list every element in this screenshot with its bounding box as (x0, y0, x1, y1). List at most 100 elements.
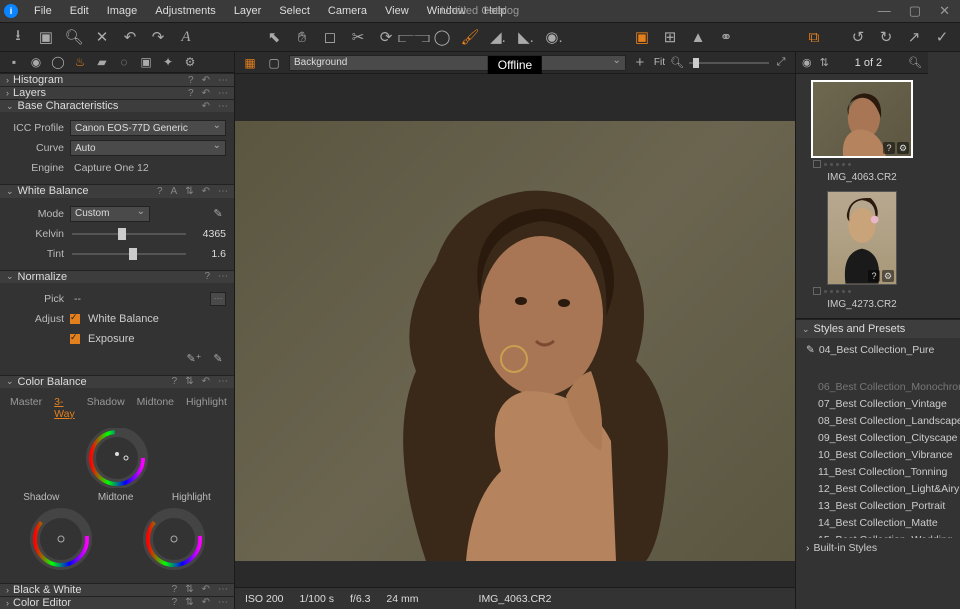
auto-icon[interactable]: A (171, 186, 178, 197)
loupe-icon[interactable]: 🔍︎ (62, 25, 86, 49)
style-item[interactable]: 08_Best Collection_Landscape (806, 412, 960, 429)
export-icon[interactable]: ↗ (902, 25, 926, 49)
radial-icon[interactable]: ◉. (542, 25, 566, 49)
window-minimize-icon[interactable]: — (872, 3, 897, 19)
style-item[interactable]: 10_Best Collection_Vibrance (806, 446, 960, 463)
tint-slider[interactable] (72, 253, 186, 255)
redo-icon[interactable]: ↷ (146, 25, 170, 49)
gradient-icon[interactable]: ◣. (514, 25, 538, 49)
color-tag[interactable] (813, 160, 821, 168)
menu-icon[interactable]: ⋯ (218, 271, 228, 282)
reset-icon[interactable]: ↶ (202, 88, 210, 99)
cb-tab-master[interactable]: Master (10, 396, 42, 420)
image-canvas[interactable] (235, 121, 795, 561)
tab-lens-icon[interactable]: ◯ (48, 52, 68, 72)
eyedropper-icon[interactable]: ✎ (210, 207, 226, 220)
warning-icon[interactable]: ▲ (686, 25, 710, 49)
menu-adjustments[interactable]: Adjustments (147, 3, 224, 19)
menu-icon[interactable]: ⋯ (218, 584, 228, 595)
sort-icon[interactable]: ⇅ (820, 56, 829, 69)
menu-icon[interactable]: ⋯ (218, 88, 228, 99)
import-icon[interactable]: ⭳ (6, 25, 30, 49)
style-item[interactable]: 07_Best Collection_Vintage (806, 395, 960, 412)
style-item[interactable]: 12_Best Collection_Light&Airy (806, 480, 960, 497)
cb-tab-shadow[interactable]: Shadow (87, 396, 125, 420)
section-color-editor[interactable]: › Color Editor ? ⇅ ↶ ⋯ (0, 596, 234, 609)
highlight-wheel[interactable] (141, 507, 207, 571)
focus-icon[interactable]: ⚭ (714, 25, 738, 49)
tint-value[interactable]: 1.6 (192, 248, 226, 260)
reset-icon[interactable]: ↶ (202, 376, 210, 387)
capture-icon[interactable]: ▣ (34, 25, 58, 49)
tab-library-icon[interactable]: ▪ (4, 52, 24, 72)
style-item[interactable]: 09_Best Collection_Cityscape (806, 429, 960, 446)
cb-tab-highlight[interactable]: Highlight (186, 396, 227, 420)
rotate-cw-icon[interactable]: ↻ (874, 25, 898, 49)
undo-icon[interactable]: ↶ (118, 25, 142, 49)
menu-select[interactable]: Select (271, 3, 318, 19)
icc-select[interactable]: Canon EOS-77D Generic (70, 120, 226, 136)
grid-icon[interactable]: ⊞ (658, 25, 682, 49)
reset-icon[interactable]: ↶ (202, 101, 210, 112)
style-item[interactable]: 14_Best Collection_Matte (806, 514, 960, 531)
color-tag[interactable] (813, 287, 821, 295)
window-close-icon[interactable]: ✕ (933, 3, 956, 19)
menu-edit[interactable]: Edit (62, 3, 97, 19)
reset-icon[interactable]: ↶ (202, 584, 210, 595)
process-icon[interactable]: ✓ (930, 25, 954, 49)
normalize-eyedrop-icon[interactable]: ✎ (210, 352, 226, 365)
style-item[interactable]: 06_Best Collection_Monochrome (806, 378, 960, 395)
section-histogram[interactable]: › Histogram ? ↶ ⋯ (0, 73, 234, 86)
section-black-white[interactable]: › Black & White ? ⇅ ↶ ⋯ (0, 583, 234, 596)
hand-icon[interactable]: ✋︎ (290, 25, 314, 49)
tab-capture-icon[interactable]: ◉ (26, 52, 46, 72)
shadow-wheel[interactable] (28, 507, 94, 571)
keystone-icon[interactable]: ⫍⫎ (402, 25, 426, 49)
chk-exposure[interactable] (70, 334, 80, 344)
straighten-icon[interactable]: ⟳ (374, 25, 398, 49)
menu-layer[interactable]: Layer (226, 3, 270, 19)
wb-mode-select[interactable]: Custom (70, 206, 150, 222)
section-color-balance[interactable]: ⌄ Color Balance ? ⇅ ↶ ⋯ (0, 375, 234, 388)
kelvin-value[interactable]: 4365 (192, 228, 226, 240)
help-icon[interactable]: ? (172, 584, 178, 595)
menu-icon[interactable]: ⋯ (218, 75, 228, 86)
pick-options-icon[interactable]: ⋯ (210, 292, 226, 306)
window-maximize-icon[interactable]: ▢ (903, 3, 927, 19)
delete-icon[interactable]: ✕ (90, 25, 114, 49)
eraser-icon[interactable]: ◢. (486, 25, 510, 49)
cb-tab-midtone[interactable]: Midtone (137, 396, 174, 420)
help-icon[interactable]: ? (172, 597, 178, 608)
tab-local-icon[interactable]: ▣ (136, 52, 156, 72)
section-base-characteristics[interactable]: ⌄ Base Characteristics ↶ ⋯ (0, 99, 234, 112)
help-icon[interactable]: ? (204, 271, 210, 282)
menu-icon[interactable]: ⋯ (218, 186, 228, 197)
thumbnail[interactable]: ?⚙ IMG_4273.CR2 (811, 191, 913, 312)
shape-icon[interactable]: ◻ (318, 25, 342, 49)
midtone-wheel[interactable] (82, 428, 152, 488)
help-icon[interactable]: ? (157, 186, 163, 197)
search-icon[interactable]: 🔍︎ (908, 56, 922, 69)
pointer-icon[interactable]: ⬉ (262, 25, 286, 49)
menu-icon[interactable]: ⋯ (218, 376, 228, 387)
reset-icon[interactable]: ↶ (202, 597, 210, 608)
style-item[interactable]: 13_Best Collection_Portrait (806, 497, 960, 514)
builtin-styles[interactable]: › Built-in Styles (796, 538, 960, 558)
menu-image[interactable]: Image (99, 3, 146, 19)
section-styles[interactable]: ⌄ Styles and Presets ? ↶ ⋯ (796, 319, 960, 338)
curve-select[interactable]: Auto (70, 140, 226, 156)
reset-icon[interactable]: ↶ (202, 186, 210, 197)
tab-adjust-icon[interactable]: ✦ (158, 52, 178, 72)
zoom-slider[interactable] (689, 62, 769, 64)
tab-detail-icon[interactable]: ◌ (114, 52, 134, 72)
kelvin-slider[interactable] (72, 233, 186, 235)
menu-file[interactable]: File (26, 3, 60, 19)
zoom-expand-icon[interactable]: ⤢ (773, 51, 789, 75)
reset-icon[interactable]: ↶ (202, 75, 210, 86)
menu-icon[interactable]: ⋯ (218, 101, 228, 112)
style-item[interactable]: 15_Best Collection_Wedding (806, 531, 960, 538)
text-icon[interactable]: A (174, 25, 198, 49)
help-icon[interactable]: ? (172, 376, 178, 387)
style-item[interactable]: 11_Best Collection_Tonning (806, 463, 960, 480)
thumbnail[interactable]: ?⚙ IMG_4063.CR2 (811, 80, 913, 185)
